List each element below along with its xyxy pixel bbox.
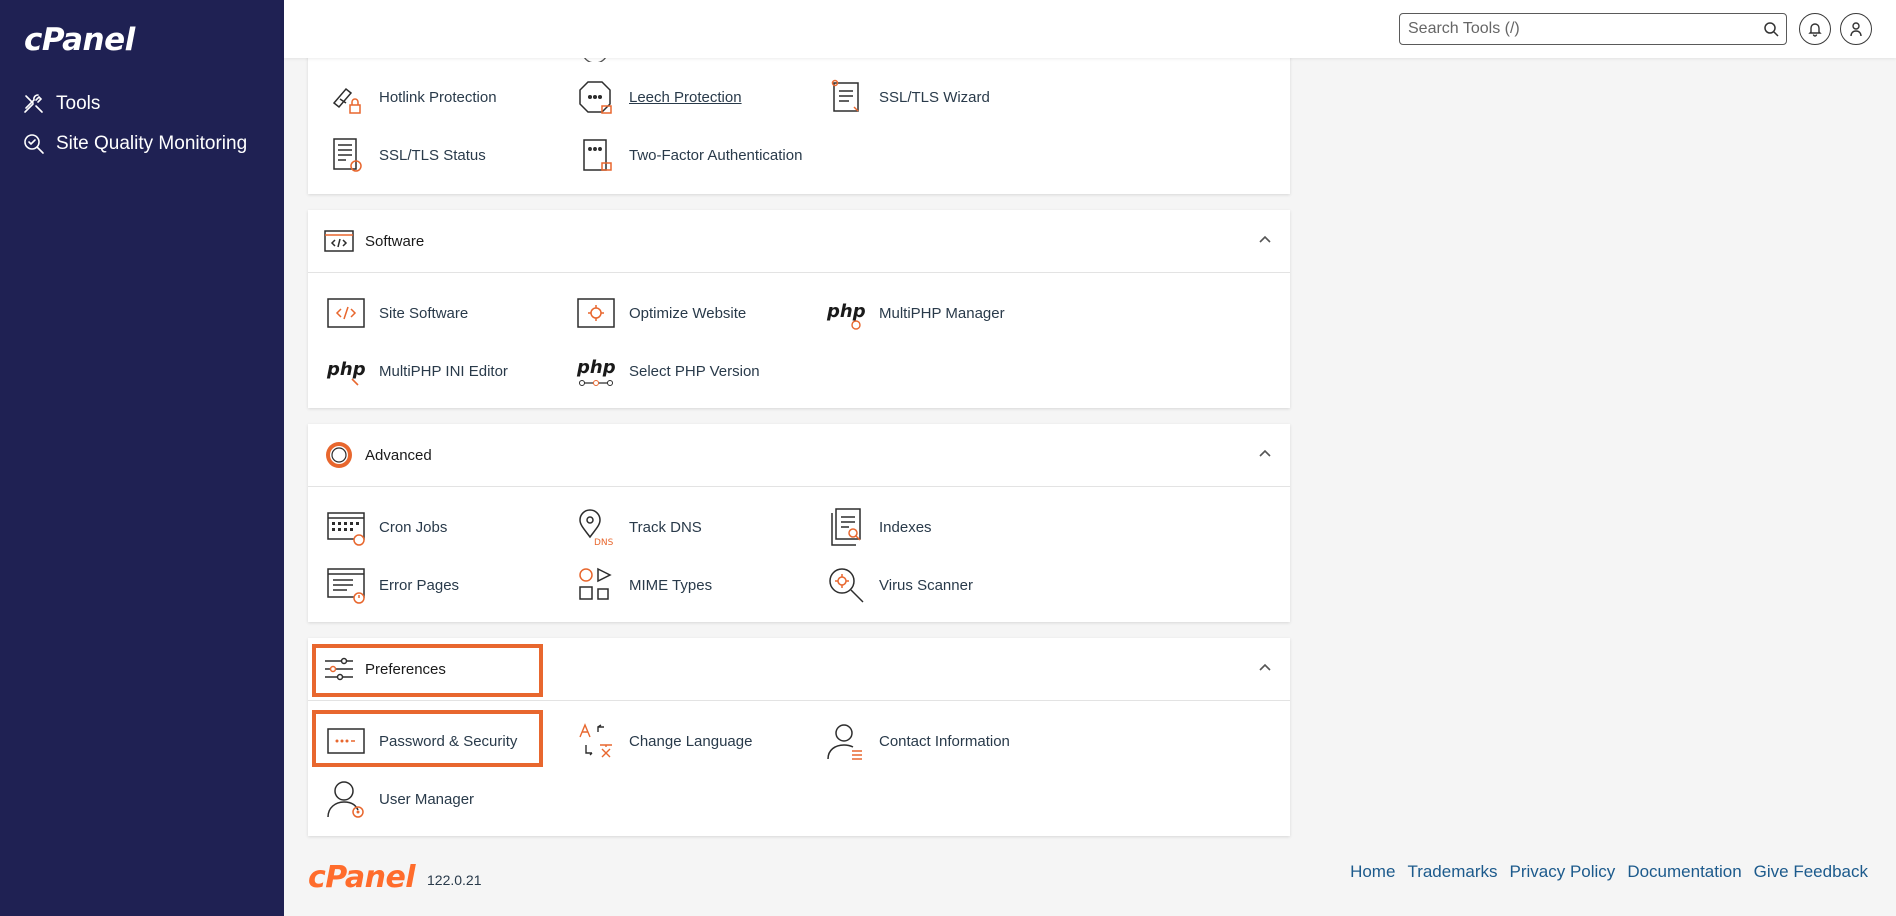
notifications-button[interactable]	[1799, 13, 1831, 45]
site-quality-icon	[24, 134, 44, 154]
site-software-link[interactable]: Site Software	[325, 292, 468, 334]
php-ini-icon: php	[325, 350, 367, 392]
code-window-icon	[323, 225, 355, 257]
search-box	[1399, 13, 1787, 45]
tools-icon	[24, 94, 43, 113]
language-icon	[575, 720, 617, 762]
contact-information-link[interactable]: Contact Information	[825, 720, 1010, 762]
ssl-tls-status-link[interactable]: SSL/TLS Status	[325, 134, 486, 176]
software-panel-header[interactable]: Software	[308, 210, 1290, 273]
php-version-icon: php	[575, 350, 617, 392]
sidebar: cPanel Tools Site Quality Monitoring	[0, 0, 284, 916]
chevron-up-icon[interactable]	[1258, 660, 1272, 674]
advanced-title: Advanced	[365, 446, 432, 464]
footer-links: Home Trademarks Privacy Policy Documenta…	[1350, 862, 1868, 882]
advanced-panel: Advanced Cron Jobs DNS Track DNS Indexes…	[308, 424, 1290, 622]
footer-link-give-feedback[interactable]: Give Feedback	[1754, 862, 1868, 882]
sidebar-item-site-quality-monitoring[interactable]: Site Quality Monitoring	[22, 132, 247, 156]
preferences-panel: Preferences Password & Security Change L…	[308, 638, 1290, 836]
software-panel: Software Site Software Optimize Website …	[308, 210, 1290, 408]
password-icon	[325, 720, 367, 762]
virus-scanner-link[interactable]: Virus Scanner	[825, 564, 973, 606]
multiphp-ini-editor-link[interactable]: php MultiPHP INI Editor	[325, 350, 508, 392]
footer-link-privacy-policy[interactable]: Privacy Policy	[1510, 862, 1616, 882]
svg-text:DNS: DNS	[594, 538, 614, 547]
password-security-link[interactable]: Password & Security	[325, 720, 517, 762]
site-software-icon	[325, 292, 367, 334]
cpanel-logo[interactable]: cPanel	[24, 22, 135, 58]
software-title: Software	[365, 232, 425, 250]
top-bar	[284, 0, 1896, 58]
change-language-link[interactable]: Change Language	[575, 720, 752, 762]
hotlink-icon	[325, 76, 367, 118]
footer-link-trademarks[interactable]: Trademarks	[1407, 862, 1497, 882]
footer-link-documentation[interactable]: Documentation	[1627, 862, 1741, 882]
mime-icon	[575, 564, 617, 606]
search-input[interactable]	[1400, 14, 1756, 44]
contact-icon	[825, 720, 867, 762]
mime-types-link[interactable]: MIME Types	[575, 564, 712, 606]
gear-icon	[323, 439, 355, 471]
track-dns-link[interactable]: DNS Track DNS	[575, 506, 702, 548]
sliders-icon	[323, 653, 355, 685]
advanced-panel-header[interactable]: Advanced	[308, 424, 1290, 487]
two-factor-authentication-link[interactable]: Two-Factor Authentication	[575, 134, 802, 176]
user-menu-button[interactable]	[1840, 13, 1872, 45]
chevron-up-icon[interactable]	[1258, 232, 1272, 246]
error-pages-icon	[325, 564, 367, 606]
svg-text:php: php	[326, 359, 366, 380]
footer-cpanel-logo[interactable]: cPanel	[308, 860, 416, 895]
footer-link-home[interactable]: Home	[1350, 862, 1395, 882]
sidebar-item-tools[interactable]: Tools	[22, 92, 100, 116]
svg-text:php: php	[826, 301, 866, 322]
user-icon	[1850, 22, 1862, 37]
two-factor-icon	[575, 134, 617, 176]
error-pages-link[interactable]: Error Pages	[325, 564, 459, 606]
leech-icon	[575, 76, 617, 118]
chevron-up-icon[interactable]	[1258, 446, 1272, 460]
bell-icon	[1808, 23, 1822, 37]
optimize-icon	[575, 292, 617, 334]
sidebar-item-label: Site Quality Monitoring	[56, 133, 248, 154]
hotlink-protection-link[interactable]: Hotlink Protection	[325, 76, 497, 118]
preferences-title: Preferences	[365, 660, 446, 678]
version-number: 122.0.21	[427, 872, 482, 888]
preferences-panel-header[interactable]: Preferences	[308, 638, 1290, 701]
virus-scanner-icon	[825, 564, 867, 606]
php-icon: php	[825, 292, 867, 334]
optimize-website-link[interactable]: Optimize Website	[575, 292, 746, 334]
sidebar-item-label: Tools	[56, 93, 101, 114]
indexes-icon	[825, 506, 867, 548]
ssl-tls-wizard-link[interactable]: SSL/TLS Wizard	[825, 76, 990, 118]
user-manager-link[interactable]: User Manager	[325, 778, 474, 820]
cron-jobs-link[interactable]: Cron Jobs	[325, 506, 447, 548]
leech-protection-link[interactable]: Leech Protection	[575, 76, 742, 118]
multiphp-manager-link[interactable]: php MultiPHP Manager	[825, 292, 1005, 334]
track-dns-icon: DNS	[575, 506, 617, 548]
user-manager-icon	[325, 778, 367, 820]
svg-text:php: php	[576, 357, 616, 378]
cron-icon	[325, 506, 367, 548]
select-php-version-link[interactable]: php Select PHP Version	[575, 350, 760, 392]
search-icon[interactable]	[1756, 21, 1786, 37]
indexes-link[interactable]: Indexes	[825, 506, 932, 548]
ssl-status-icon	[325, 134, 367, 176]
ssl-wizard-icon	[825, 76, 867, 118]
